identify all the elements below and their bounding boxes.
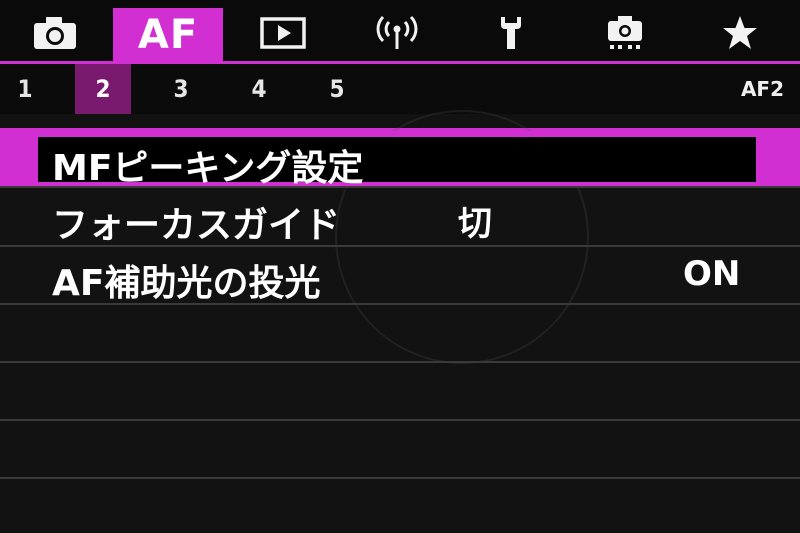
star-icon bbox=[720, 13, 760, 57]
tab-shooting[interactable] bbox=[0, 8, 110, 61]
menu-row-empty bbox=[0, 306, 800, 363]
tab-wireless[interactable] bbox=[342, 8, 452, 61]
menu-item-af-assist-beam[interactable]: AF補助光の投光 ON bbox=[0, 248, 800, 305]
tab-af[interactable]: AF bbox=[113, 8, 223, 61]
page-code: AF2 bbox=[740, 77, 784, 101]
sub-tab-3[interactable]: 3 bbox=[156, 64, 206, 114]
tab-playback[interactable] bbox=[228, 8, 338, 61]
menu-item-focus-guide[interactable]: フォーカスガイド 切 bbox=[0, 190, 800, 247]
custom-functions-icon bbox=[602, 13, 648, 57]
tab-setup[interactable] bbox=[456, 8, 566, 61]
sub-tab-2[interactable]: 2 bbox=[75, 64, 131, 114]
tab-custom[interactable] bbox=[570, 8, 680, 61]
menu-item-mf-peaking[interactable]: MFピーキング設定 bbox=[0, 131, 800, 189]
camera-icon bbox=[32, 15, 78, 55]
wrench-icon bbox=[491, 13, 531, 57]
menu-item-value: ON bbox=[683, 254, 741, 294]
sub-tab-1[interactable]: 1 bbox=[0, 64, 50, 114]
tab-af-label: AF bbox=[137, 11, 199, 58]
wireless-icon bbox=[373, 13, 421, 57]
menu-item-value: 切 bbox=[458, 204, 492, 244]
menu-item-label: AF補助光の投光 bbox=[52, 263, 321, 304]
menu-row-empty bbox=[0, 364, 800, 421]
menu-item-label: フォーカスガイド bbox=[52, 205, 341, 246]
sub-tab-5[interactable]: 5 bbox=[312, 64, 362, 114]
playback-icon bbox=[259, 15, 307, 55]
menu-item-label: MFピーキング設定 bbox=[52, 148, 364, 189]
menu-row-empty bbox=[0, 422, 800, 479]
tab-mymenu[interactable] bbox=[685, 8, 795, 61]
sub-tab-4[interactable]: 4 bbox=[234, 64, 284, 114]
